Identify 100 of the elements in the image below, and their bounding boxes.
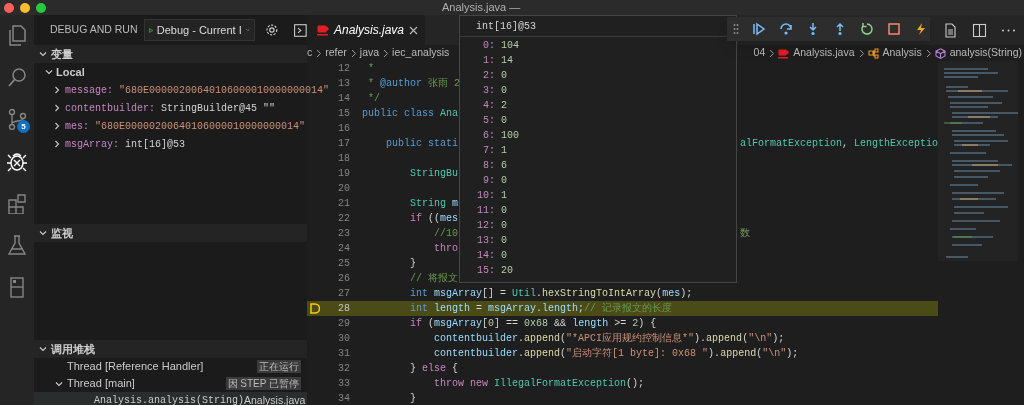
line-number: 14 [338,92,350,106]
launch-config-dropdown[interactable]: Debug - Current I [143,19,255,41]
code-line: //10 [433,228,458,239]
restart-icon[interactable] [860,22,874,36]
variable-entry[interactable]: contentbuilder: StringBuilder@45 "" [65,100,276,116]
code-line: } else { [409,363,459,374]
split-editor-icon[interactable] [972,22,987,38]
stack-frame[interactable]: Analysis.analysis(String)Analysis.java [34,392,307,405]
chevron-down-icon[interactable] [38,344,48,354]
files-icon[interactable] [6,24,28,46]
array-entry[interactable]: 10: 1 [468,188,507,203]
document-icon[interactable] [943,22,958,38]
flask-icon[interactable] [6,234,28,256]
thread-label[interactable]: Thread [Reference Handler] [67,358,254,375]
section-header[interactable]: 监视 [34,224,307,242]
zoom-button[interactable] [36,2,46,13]
array-entry[interactable]: 8: 6 [468,158,507,173]
breadcrumb-item[interactable]: analysis(String) [949,45,1022,61]
line-number: 15 [338,107,350,121]
array-entry[interactable]: 3: 0 [468,83,507,98]
code-fragment: alFormatException, LengthExceptio [740,137,938,151]
line-number: 27 [338,287,350,301]
code-line: contentbuilder.append("启动字符[1 byte]: 0x68 ").append("\n"); [433,348,799,359]
code-line: contentbuilder.append("*APCI应用规约控制信息*").append("\n"); [433,333,785,344]
cube-icon [934,47,946,59]
line-number: 29 [338,317,350,331]
close-button[interactable] [4,2,14,13]
frame-name: Analysis.analysis(String) [94,394,245,405]
array-entry[interactable]: 11: 0 [468,203,507,218]
breadcrumb-item[interactable]: 04 [753,45,766,61]
line-number: 21 [338,197,350,211]
class-icon [867,47,879,59]
array-entry[interactable]: 9: 0 [468,173,507,188]
section-header[interactable]: 调用堆栈 [34,340,307,358]
terminal-icon[interactable] [294,23,307,37]
array-entry[interactable]: 13: 0 [468,233,507,248]
settings-icon[interactable] [264,23,279,37]
line-number: 33 [338,377,350,391]
step-into-icon[interactable] [806,22,820,36]
code-line: * [367,63,374,74]
stop-icon[interactable] [887,22,901,36]
code-fragment: 数 [740,227,750,241]
array-entry[interactable]: 7: 1 [468,143,507,158]
array-entry[interactable]: 12: 0 [468,218,507,233]
chevron-right-icon [314,47,324,59]
variable-entry[interactable]: mes: "680E00000200640106000010000000014" [65,118,306,134]
array-entry[interactable]: 14: 0 [468,248,507,263]
code-line: int msgArray[] = Util.hexStringToIntArray(mes); [409,288,693,299]
chevron-down-icon[interactable] [38,228,48,238]
code-line: StringBu [409,168,458,179]
chevron-down-icon[interactable] [44,67,54,77]
continue-icon[interactable] [752,22,766,36]
line-number: 32 [338,362,350,376]
line-number: 34 [338,392,350,405]
thread-label[interactable]: Thread [main] [67,375,223,392]
breadcrumb-item[interactable]: iec_analysis [392,45,450,61]
array-entry[interactable]: 2: 0 [468,68,507,83]
step-over-icon[interactable] [779,22,793,36]
chevron-down-icon[interactable] [38,49,48,59]
lightning-icon[interactable] [914,22,928,36]
breadcrumb-item[interactable]: Analysis [882,45,922,61]
minimize-button[interactable] [20,2,30,13]
code-line: // 将报文 [409,273,458,284]
close-icon[interactable] [409,25,419,35]
editor-tab[interactable]: Analysis.java [307,15,425,45]
line-number: 19 [338,167,350,181]
array-entry[interactable]: 1: 14 [468,53,513,68]
search-icon[interactable] [6,66,28,88]
line-number: 22 [338,212,350,226]
array-entry[interactable]: 5: 0 [468,113,507,128]
breadcrumb-item[interactable]: c [307,45,313,61]
section-header[interactable]: 变量 [34,45,307,63]
code-line: throw new IllegalFormatException(); [433,378,645,389]
bug-icon[interactable] [6,150,28,172]
line-number: 25 [338,257,350,271]
chevron-right-icon [381,47,391,59]
drag-handle-icon[interactable] [733,23,739,35]
line-number: 13 [338,77,350,91]
code-line: } [409,393,416,404]
code-line: * @author 张雨 2 [367,78,461,89]
variable-entry[interactable]: message: "680E00000200640106000010000000014" [65,82,330,98]
line-number: 31 [338,347,350,361]
chevron-right-icon [767,47,777,59]
extensions-icon[interactable] [6,192,28,214]
line-number: 16 [338,122,350,136]
breadcrumb-item[interactable]: Analysis.java [793,45,855,61]
scope-label[interactable]: Local [56,63,85,81]
frame-file: Analysis.java [244,392,306,405]
source-control-icon[interactable] [6,108,28,130]
array-entry[interactable]: 0: 104 [468,38,519,53]
breadcrumb-item[interactable]: java [359,45,380,61]
variable-entry[interactable]: msgArray: int[16]@53 [65,136,186,152]
array-entry[interactable]: 6: 100 [468,128,519,143]
code-line: if ((mes [409,213,459,224]
breadcrumb-item[interactable]: refer [325,45,347,61]
line-number: 12 [338,62,350,76]
array-entry[interactable]: 4: 2 [468,98,507,113]
code-line: thro [433,243,458,254]
code-line: public class Ana [362,108,459,119]
array-entry[interactable]: 15: 20 [468,263,513,278]
